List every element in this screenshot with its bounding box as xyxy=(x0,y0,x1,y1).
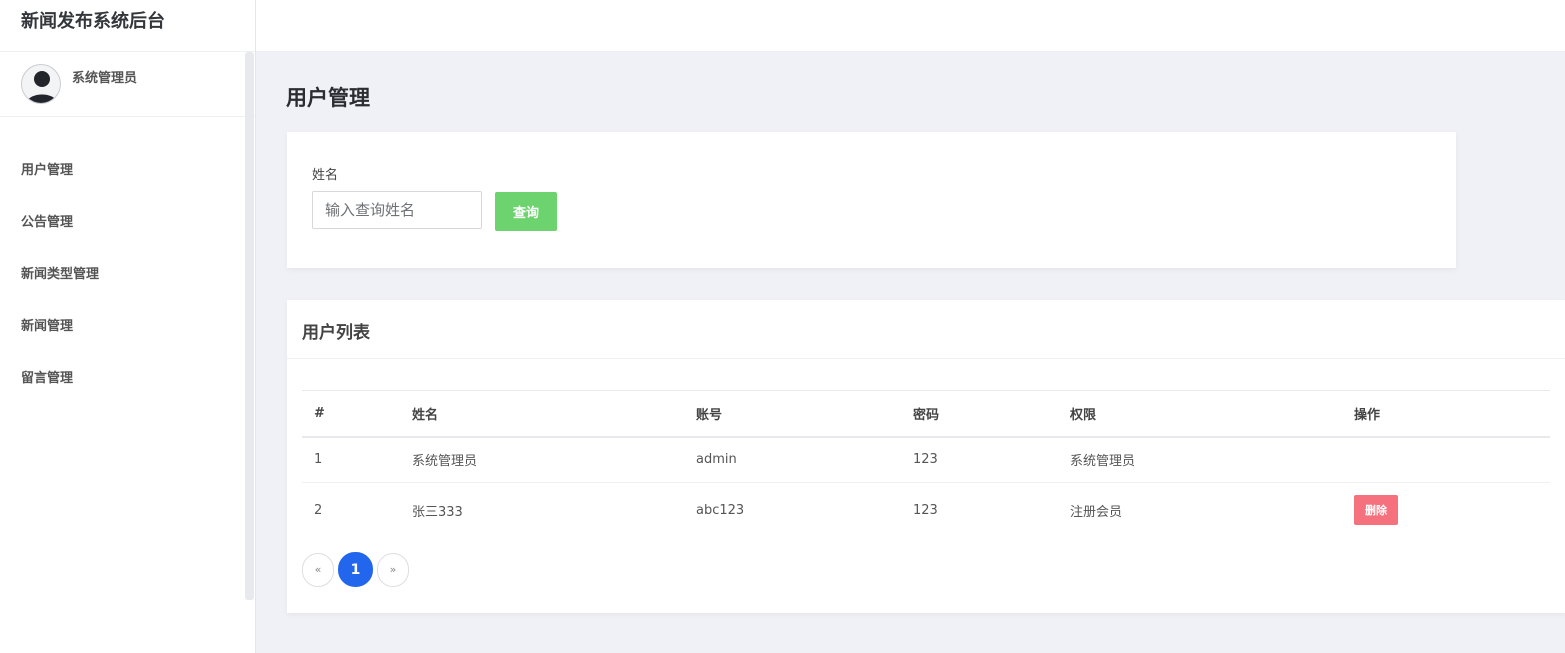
next-page-button[interactable]: » xyxy=(377,552,409,587)
cell-password: 123 xyxy=(901,436,1058,483)
search-label: 姓名 xyxy=(312,168,339,183)
sidebar-item-label: 公告管理 xyxy=(21,214,74,230)
cell-name: 张三333 xyxy=(412,504,463,520)
cell-password: 123 xyxy=(913,502,938,518)
column-header-password: 密码 xyxy=(901,390,1058,438)
user-list-panel: 用户列表 # 姓名 账号 密码 权限 操作 1 系统管理员 admin 123 … xyxy=(287,300,1565,613)
column-header-role: 权限 xyxy=(1058,390,1342,438)
user-name: 系统管理员 xyxy=(72,71,138,86)
search-input[interactable] xyxy=(312,191,482,229)
search-button[interactable]: 查询 xyxy=(495,192,557,231)
page-button-current[interactable]: 1 xyxy=(338,552,373,587)
page-title: 用户管理 xyxy=(286,86,370,110)
column-header-account: 账号 xyxy=(684,390,901,438)
sidebar-item-label: 用户管理 xyxy=(21,162,74,178)
cell-index: 2 xyxy=(314,502,323,518)
column-header-action: 操作 xyxy=(1342,390,1550,438)
cell-role: 注册会员 xyxy=(1070,504,1123,520)
table-row: 1 系统管理员 admin 123 系统管理员 xyxy=(302,436,1550,483)
pagination: « 1 » xyxy=(302,552,409,587)
prev-page-button[interactable]: « xyxy=(302,552,334,587)
sidebar-item-label: 新闻管理 xyxy=(21,318,74,334)
sidebar-scrollbar[interactable] xyxy=(245,52,254,600)
sidebar-item-label: 新闻类型管理 xyxy=(21,266,100,282)
column-header-name: 姓名 xyxy=(400,390,684,438)
sidebar: 新闻发布系统后台 系统管理员 用户管理 公告管理 新闻类型管理 新闻管理 留言管… xyxy=(0,0,256,653)
sidebar-item-user-management[interactable]: 用户管理 xyxy=(0,142,255,194)
list-title: 用户列表 xyxy=(287,300,1565,359)
sidebar-menu: 用户管理 公告管理 新闻类型管理 新闻管理 留言管理 xyxy=(0,117,255,402)
cell-name: 系统管理员 xyxy=(400,436,684,483)
cell-account: abc123 xyxy=(696,502,745,518)
cell-action: 删除 xyxy=(1342,483,1550,538)
table-row: 2 张三333 abc123 123 注册会员 删除 xyxy=(302,483,1550,538)
cell-account: admin xyxy=(684,436,901,483)
cell-index: 1 xyxy=(302,436,400,483)
cell-role: 系统管理员 xyxy=(1058,436,1342,483)
search-panel: 姓名 查询 xyxy=(287,132,1456,268)
sidebar-item-label: 留言管理 xyxy=(21,370,74,386)
delete-button[interactable]: 删除 xyxy=(1354,495,1398,526)
top-bar xyxy=(256,0,1565,52)
table-header-row: # 姓名 账号 密码 权限 操作 xyxy=(302,390,1550,438)
user-table: # 姓名 账号 密码 权限 操作 1 系统管理员 admin 123 系统管理员… xyxy=(302,390,1550,538)
column-header-index: # xyxy=(302,390,400,438)
cell-action xyxy=(1342,436,1550,483)
app-title: 新闻发布系统后台 xyxy=(0,0,255,52)
sidebar-item-news-management[interactable]: 新闻管理 xyxy=(0,298,255,350)
sidebar-item-news-type-management[interactable]: 新闻类型管理 xyxy=(0,246,255,298)
avatar-icon[interactable] xyxy=(21,64,61,104)
sidebar-item-message-management[interactable]: 留言管理 xyxy=(0,350,255,402)
user-profile: 系统管理员 xyxy=(0,52,255,117)
sidebar-item-announcement-management[interactable]: 公告管理 xyxy=(0,194,255,246)
